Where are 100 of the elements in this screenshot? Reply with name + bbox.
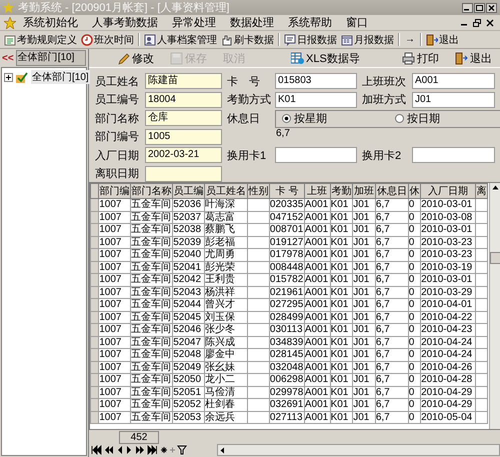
horizontal-scrollbar[interactable] [217,444,500,456]
table-cell: 6,7 [375,248,408,261]
menu-item[interactable]: 数据处理 [223,15,281,30]
record-navigator[interactable] [91,445,187,455]
close-icon[interactable] [486,2,497,12]
table-cell: 6,7 [375,298,408,311]
table-cell: 2010-04-24 [420,336,476,348]
column-header[interactable]: 离 [475,184,488,198]
tree-item[interactable]: 全体部门[10] [31,70,90,84]
table-cell: J01 [352,398,376,411]
table-cell: 彭光荣 [204,261,248,274]
input-field[interactable]: 陈建苗 [145,73,222,90]
table-cell: 五金车间 [130,224,173,236]
toolbar-button[interactable]: 日报数据 [282,32,339,46]
column-header[interactable]: 加班 [352,184,376,198]
table-cell: 0 [408,311,421,324]
table-cell: K01 [330,286,353,298]
table-cell: 021961 [269,286,304,298]
toolbar-button[interactable]: 刷卡数据 [219,32,276,46]
table-cell: 008448 [269,261,304,274]
action-button[interactable]: XLS数据导 [283,50,368,66]
toolbar-button[interactable]: 人事档案管理 [142,32,219,46]
department-field[interactable]: 全体部门[10] [16,50,86,66]
table-cell: K01 [330,361,353,374]
left-arrow-icon[interactable] [218,446,227,454]
table-cell: 五金车间 [130,286,173,298]
input-field[interactable]: 仓库 [145,110,222,126]
table-cell: 52046 [172,324,205,336]
action-button[interactable]: 退出 [447,50,500,66]
table-cell: 五金车间 [130,311,173,324]
column-header[interactable]: 部门名称 [130,184,173,198]
table-cell: 2010-04-01 [420,298,476,311]
column-header[interactable]: 员工编 [172,184,205,198]
table-cell: A001 [304,386,330,398]
input-field[interactable] [412,147,495,164]
table-cell: K01 [330,311,353,324]
table-cell: A001 [304,298,330,311]
column-header[interactable]: 休 [408,184,421,198]
input-field[interactable]: A001 [412,73,495,90]
menu-item[interactable]: 系统帮助 [281,15,339,30]
table-cell: 52036 [172,198,205,211]
arrow-button[interactable]: → [402,34,418,45]
toolbar-button[interactable]: 月报数据 [339,32,396,46]
menu-item[interactable]: 异常处理 [165,15,223,30]
toolbar-button[interactable]: 退出 [424,32,461,46]
action-button[interactable]: 打印 [394,50,447,66]
hand-icon [221,34,233,46]
radio-selected-icon[interactable] [282,114,291,124]
table-cell: J01 [352,298,376,311]
column-header[interactable]: 考勤 [330,184,353,198]
up-arrow-icon[interactable] [490,183,500,192]
table-cell: K01 [330,374,353,386]
input-field[interactable]: 18004 [145,92,222,108]
input-field[interactable]: K01 [275,92,357,108]
expand-icon[interactable] [4,72,13,82]
radio-icon[interactable] [395,114,404,124]
input-field[interactable]: 015803 [275,73,357,90]
table-cell: 陈兴成 [204,336,248,348]
input-field[interactable]: 1005 [145,128,222,145]
table-cell: J01 [352,236,376,248]
column-header[interactable]: 入厂日期 [420,184,476,198]
field-label: 卡 号 [227,74,261,89]
table-cell: 1007 [98,374,131,386]
input-field[interactable]: 2002-03-21 [145,147,222,164]
scroll-thumb[interactable] [490,252,500,264]
input-field[interactable] [275,147,357,164]
table-cell: 1007 [98,324,131,336]
table-cell: 1007 [98,286,131,298]
table-cell: 1007 [98,261,131,274]
column-header[interactable]: 卡 号 [269,184,304,198]
checkmark-icon [16,72,28,82]
radio-option[interactable]: 按日期 [395,111,440,126]
restore-icon[interactable] [473,18,481,26]
column-header[interactable]: 休息日 [375,184,408,198]
radio-option[interactable]: 按星期 [282,111,327,126]
maximize-icon[interactable] [474,2,485,12]
table-cell: 0 [408,198,421,211]
menu-item[interactable]: 人事考勤数据 [85,15,165,30]
table-cell: A001 [304,398,330,411]
table-cell: 1007 [98,198,131,211]
close-icon[interactable] [486,18,494,26]
table-cell: 008701 [269,224,304,236]
table-cell: 0 [408,236,421,248]
menu-item[interactable]: 窗口 [339,15,375,30]
vertical-scrollbar[interactable] [489,183,500,429]
input-field[interactable]: J01 [412,92,495,108]
minimize-icon[interactable] [462,2,473,12]
toolbar-button[interactable]: 班次时间 [79,32,136,46]
action-button[interactable]: 修改 [109,50,162,66]
column-header[interactable]: 上班 [304,184,330,198]
menu-item[interactable]: 系统初始化 [16,15,85,30]
table-cell: 1007 [98,311,131,324]
chat-icon [284,34,296,46]
toolbar-button[interactable]: 考勤规则定义 [2,32,79,46]
input-field[interactable] [145,166,222,182]
column-header[interactable]: 员工姓名 [204,184,248,198]
collapse-button[interactable]: << [2,52,14,64]
table-cell: 52048 [172,348,205,361]
table-cell: 五金车间 [130,361,173,374]
column-header[interactable]: 部门编 [98,184,131,198]
